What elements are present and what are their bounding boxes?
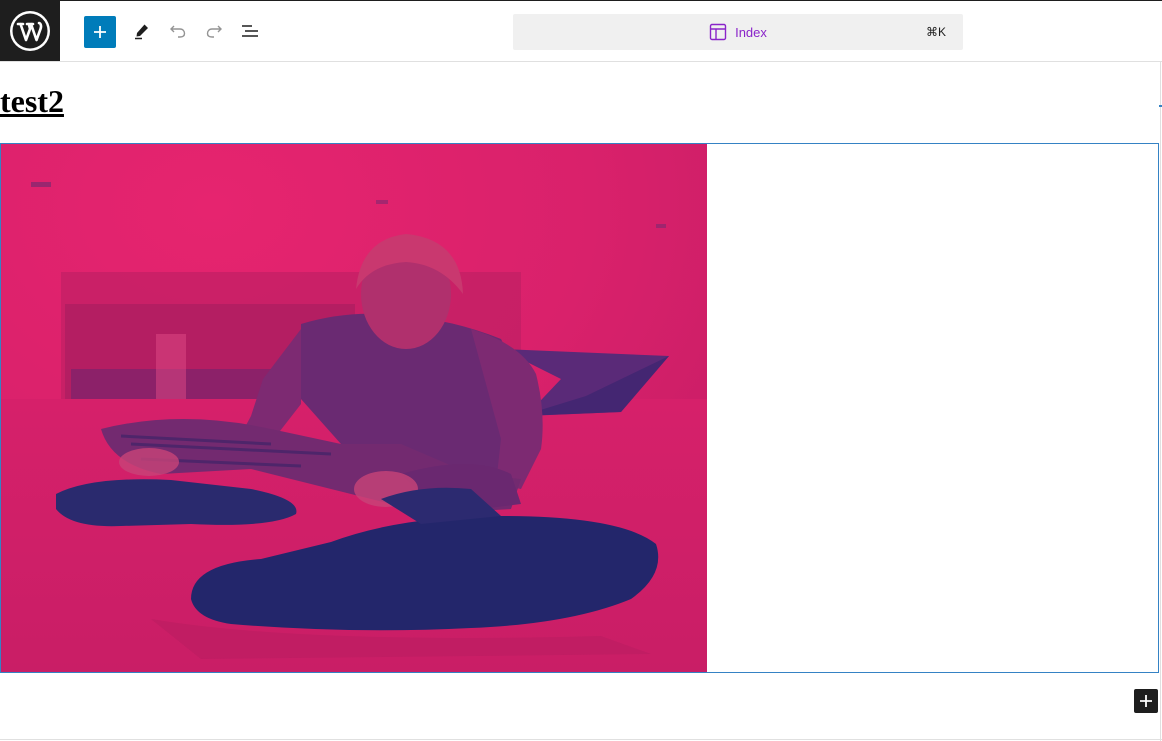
undo-icon [170,25,186,38]
redo-icon [206,25,222,38]
editor-header-toolbar: Index ⌘K [0,1,1162,62]
pencil-icon [135,24,148,40]
media-text-content[interactable] [707,144,1158,672]
duotone-photo [1,144,707,672]
list-view-icon [242,25,258,37]
undo-button[interactable] [162,15,194,47]
site-icon-button[interactable] [0,1,60,61]
wordpress-logo-icon [10,11,50,51]
layout-template-icon [709,23,727,41]
edit-tool-button[interactable] [126,15,158,47]
media-text-block[interactable] [0,143,1159,673]
command-bar-label: Index [513,14,963,50]
block-inserter-button[interactable] [84,16,116,48]
block-appender-button[interactable] [1134,689,1158,713]
canvas-bottom-edge [0,739,1162,740]
plus-icon [94,26,106,38]
plus-icon [1140,695,1152,707]
media-image[interactable] [1,144,707,672]
redo-button[interactable] [198,15,230,47]
document-command-bar[interactable]: Index ⌘K [513,14,963,50]
template-title: Index [735,24,767,40]
canvas-right-edge [1160,62,1161,741]
list-view-button[interactable] [234,15,266,47]
site-title[interactable]: test2 [0,82,64,120]
keyboard-shortcut: ⌘K [925,25,946,39]
